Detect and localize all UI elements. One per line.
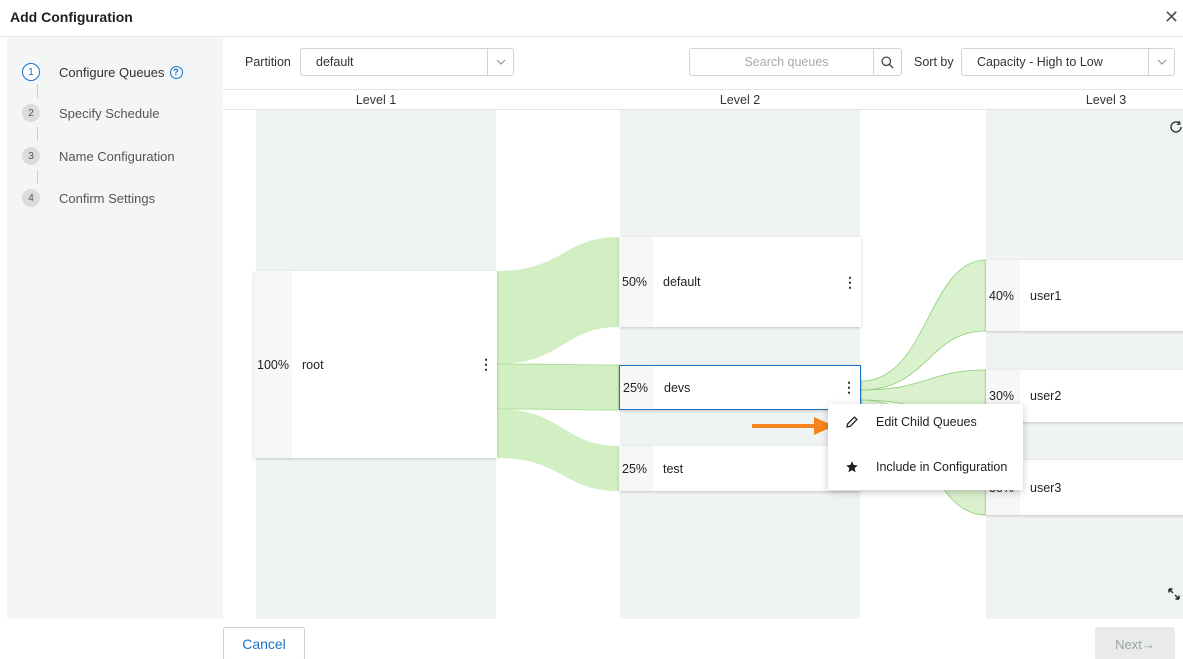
refresh-icon[interactable] <box>1169 120 1183 134</box>
queue-node-user1[interactable]: 40% user1 <box>986 260 1183 331</box>
search-input[interactable] <box>690 49 873 75</box>
queue-node-default[interactable]: 50% default ⋮ <box>619 237 861 327</box>
step-number: 3 <box>22 147 40 165</box>
star-icon <box>828 460 876 474</box>
dialog-footer: Cancel Next→ <box>0 619 1183 659</box>
help-icon[interactable]: ? <box>169 65 183 79</box>
queue-node-root[interactable]: 100% root ⋮ <box>254 271 497 458</box>
step-connector <box>37 170 38 184</box>
step-label: Confirm Settings <box>59 190 156 206</box>
menu-item-label: Include in Configuration <box>876 460 1008 474</box>
step-label: Configure Queues <box>59 64 165 80</box>
chevron-down-icon <box>1148 49 1174 75</box>
step-specify-schedule[interactable]: 2 Specify Schedule <box>22 103 159 123</box>
arrow-icon <box>752 417 834 435</box>
queue-tree-canvas: 100% root ⋮ 50% default ⋮ 25% devs ⋮ 25%… <box>223 110 1183 619</box>
partition-select[interactable]: default <box>300 48 514 76</box>
queue-capacity: 25% <box>620 366 654 409</box>
queue-name: test <box>663 461 684 476</box>
sort-value: Capacity - High to Low <box>977 55 1103 69</box>
level-header: Level 1 Level 2 Level 3 <box>223 89 1183 110</box>
expand-icon[interactable] <box>1167 587 1181 601</box>
step-connector <box>37 127 38 141</box>
menu-item-include-in-configuration[interactable]: Include in Configuration <box>828 449 1023 485</box>
queue-name: user3 <box>1030 480 1062 495</box>
sort-label: Sort by <box>914 55 954 69</box>
queue-capacity: 100% <box>254 271 292 458</box>
queue-name: default <box>663 275 701 289</box>
more-options-icon[interactable]: ⋮ <box>839 274 861 291</box>
level-1-heading: Level 1 <box>355 93 397 107</box>
queue-context-menu: Edit Child Queues Include in Configurati… <box>828 404 1023 490</box>
step-label: Name Configuration <box>59 148 175 164</box>
search-box <box>689 48 902 76</box>
wizard-stepper: 1 Configure Queues ? 2 Specify Schedule … <box>7 37 223 619</box>
step-number: 1 <box>22 63 40 81</box>
step-configure-queues[interactable]: 1 Configure Queues ? <box>22 62 183 82</box>
queue-capacity: 40% <box>986 260 1020 331</box>
queue-editor: Partition default Sort by Capacity - Hig… <box>223 37 1183 619</box>
step-connector <box>37 84 38 98</box>
step-number: 2 <box>22 104 40 122</box>
level-2-heading: Level 2 <box>719 93 761 107</box>
level-3-heading: Level 3 <box>1085 93 1127 107</box>
queue-name: root <box>302 357 324 372</box>
more-options-icon[interactable]: ⋮ <box>475 356 497 373</box>
queue-node-devs[interactable]: 25% devs ⋮ <box>619 365 861 410</box>
step-label: Specify Schedule <box>59 105 160 121</box>
menu-item-edit-child-queues[interactable]: Edit Child Queues <box>828 404 1023 440</box>
sort-select[interactable]: Capacity - High to Low <box>961 48 1175 76</box>
queue-capacity: 25% <box>619 446 653 491</box>
queue-name: devs <box>664 380 691 395</box>
cancel-button[interactable]: Cancel <box>223 627 305 659</box>
flow-root-devs <box>496 363 620 411</box>
queue-capacity: 50% <box>619 237 653 327</box>
flow-root-test <box>497 409 619 491</box>
dialog-title: Add Configuration <box>10 9 133 25</box>
step-confirm-settings[interactable]: 4 Confirm Settings <box>22 188 155 208</box>
pencil-icon <box>828 415 876 429</box>
queue-name: user2 <box>1030 389 1062 403</box>
partition-label: Partition <box>245 55 291 69</box>
chevron-down-icon <box>487 49 513 75</box>
next-button[interactable]: Next→ <box>1095 627 1175 659</box>
dialog-header: Add Configuration ✕ <box>0 0 1183 37</box>
queue-node-test[interactable]: 25% test ⋮ <box>619 446 861 491</box>
step-number: 4 <box>22 189 40 207</box>
toolbar: Partition default Sort by Capacity - Hig… <box>223 37 1183 89</box>
flow-root-default <box>497 237 619 364</box>
search-icon[interactable] <box>873 49 901 75</box>
partition-value: default <box>316 55 354 69</box>
queue-name: user1 <box>1030 288 1062 303</box>
more-options-icon[interactable]: ⋮ <box>838 379 860 396</box>
menu-item-label: Edit Child Queues <box>876 415 977 429</box>
step-name-configuration[interactable]: 3 Name Configuration <box>22 146 175 166</box>
close-icon[interactable]: ✕ <box>1164 8 1179 26</box>
